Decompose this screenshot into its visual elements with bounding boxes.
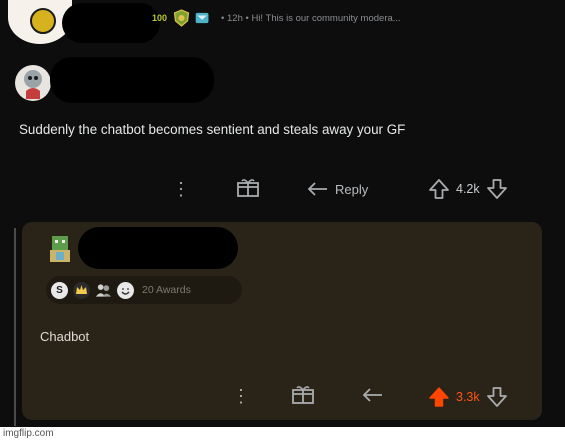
reply-button[interactable] bbox=[362, 387, 384, 408]
vote-score: 3.3k bbox=[456, 390, 480, 404]
comment-body: Suddenly the chatbot becomes sentient an… bbox=[19, 122, 406, 137]
snoo-avatar-icon bbox=[24, 70, 42, 99]
reply-actions: ⋮ bbox=[232, 383, 250, 409]
reply-body: Chadbot bbox=[40, 329, 90, 344]
pixel-avatar-icon bbox=[50, 236, 70, 262]
avatar-face bbox=[30, 8, 56, 34]
redacted-username bbox=[62, 3, 160, 43]
redacted-username bbox=[78, 227, 238, 269]
vote-score: 4.2k bbox=[456, 182, 480, 196]
reply-arrow-icon bbox=[307, 182, 327, 196]
award-button[interactable] bbox=[236, 178, 260, 203]
upvote-arrow-icon bbox=[429, 387, 449, 407]
gold-crown-award-icon bbox=[73, 281, 90, 299]
more-options-icon[interactable]: ⋮ bbox=[232, 387, 250, 405]
paper-plane-award-icon bbox=[194, 9, 211, 27]
upvote-button[interactable] bbox=[428, 178, 450, 200]
people-award-icon bbox=[95, 282, 112, 299]
awards-bar[interactable]: S 20 Awards bbox=[46, 276, 242, 304]
comment-actions: ⋮ bbox=[172, 175, 190, 203]
vote-controls: 4.2k bbox=[428, 175, 508, 203]
karma-badge: 100 bbox=[152, 13, 168, 23]
commenter-avatar[interactable] bbox=[15, 65, 51, 101]
reply-user-avatar[interactable] bbox=[46, 232, 74, 266]
downvote-arrow-icon bbox=[486, 387, 507, 407]
downvote-button[interactable] bbox=[486, 386, 508, 408]
downvote-button[interactable] bbox=[486, 178, 508, 200]
comment-snippet: • 12h • Hi! This is our community modera… bbox=[221, 12, 401, 24]
reply-button[interactable]: Reply bbox=[307, 177, 368, 201]
upvote-button[interactable] bbox=[428, 386, 450, 408]
laughing-award-icon bbox=[117, 281, 134, 299]
shield-award-icon bbox=[173, 9, 190, 27]
imgflip-watermark: imgflip.com bbox=[0, 427, 565, 442]
silver-award-icon: S bbox=[51, 281, 68, 299]
gift-award-icon bbox=[292, 386, 314, 404]
awards-count: 20 Awards bbox=[142, 284, 191, 296]
thread-line[interactable] bbox=[14, 228, 16, 426]
reply-arrow-icon bbox=[362, 388, 382, 402]
more-options-icon[interactable]: ⋮ bbox=[172, 180, 190, 198]
top-comment-meta: 100 • 12h • Hi! This is our community mo… bbox=[152, 6, 401, 30]
reply-label: Reply bbox=[335, 181, 369, 197]
upvote-arrow-icon bbox=[429, 179, 449, 199]
gift-award-icon bbox=[237, 179, 259, 197]
award-button[interactable] bbox=[291, 385, 315, 410]
downvote-arrow-icon bbox=[486, 179, 507, 199]
redacted-username bbox=[50, 57, 214, 103]
vote-controls: 3.3k bbox=[428, 384, 508, 410]
